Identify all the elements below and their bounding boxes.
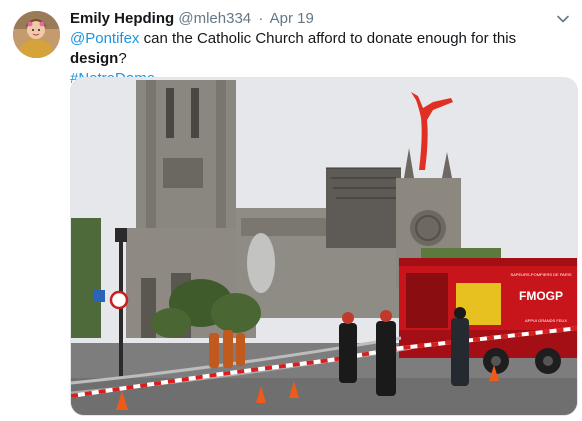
tweet-body: can the Catholic Church afford to donate… bbox=[139, 30, 517, 47]
display-name[interactable]: Emily Hepding bbox=[70, 10, 174, 27]
tweet: Emily Hepding @mleh334 · Apr 19 @Pontife… bbox=[0, 0, 582, 421]
tweet-photo[interactable]: FMOGP SAPEURS-POMPIERS DE PARIS APPUI GR… bbox=[70, 77, 578, 416]
user-handle[interactable]: @mleh334 bbox=[178, 10, 251, 27]
truck-brand-label: FMOGP bbox=[519, 289, 563, 303]
mention-link[interactable]: @Pontifex bbox=[70, 30, 139, 47]
tweet-header: Emily Hepding @mleh334 · Apr 19 bbox=[70, 9, 314, 29]
avatar[interactable] bbox=[13, 11, 60, 58]
separator-dot: · bbox=[258, 10, 264, 27]
tweet-text-end: ? bbox=[118, 50, 127, 67]
notre-dame-photo: FMOGP SAPEURS-POMPIERS DE PARIS APPUI GR… bbox=[71, 78, 577, 415]
tweet-bold-word: design bbox=[70, 50, 119, 67]
tweet-date[interactable]: Apr 19 bbox=[270, 10, 314, 27]
chevron-down-icon[interactable] bbox=[556, 12, 570, 26]
truck-top-label: SAPEURS-POMPIERS DE PARIS bbox=[510, 272, 571, 277]
avatar-image bbox=[13, 11, 60, 58]
truck-side-label: APPUI GRANDS FEUX bbox=[525, 318, 567, 323]
